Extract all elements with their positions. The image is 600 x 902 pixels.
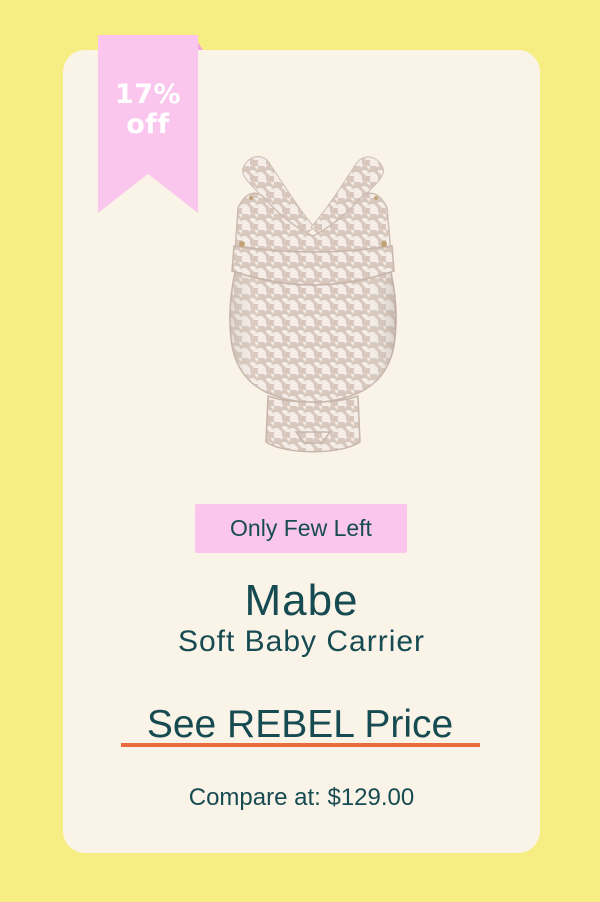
compare-price: Compare at: $129.00 bbox=[188, 784, 415, 811]
promo-page: 17% off Only Few Left Mabe Soft Baby Car… bbox=[0, 0, 600, 902]
discount-label: 17% off bbox=[114, 79, 182, 140]
cta-underline bbox=[121, 743, 480, 747]
product-brand: Mabe bbox=[244, 576, 359, 625]
stock-badge: Only Few Left bbox=[195, 504, 407, 553]
product-image bbox=[229, 156, 397, 453]
product-name: Soft Baby Carrier bbox=[177, 625, 426, 658]
